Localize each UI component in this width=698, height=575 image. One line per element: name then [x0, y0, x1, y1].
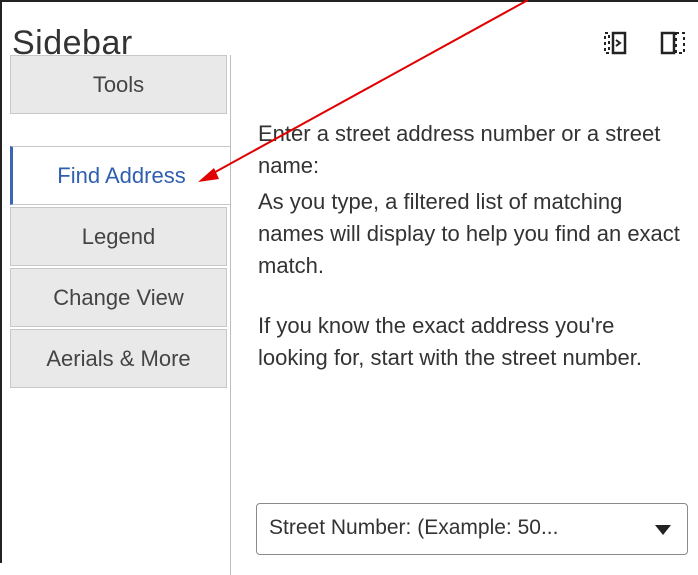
tab-find-address[interactable]: Find Address: [10, 146, 230, 205]
instruction-text: As you type, a filtered list of matching…: [258, 189, 680, 278]
tab-legend[interactable]: Legend: [10, 207, 227, 266]
dock-panel-icon[interactable]: [660, 30, 686, 56]
window-top-border: [0, 0, 698, 2]
sidebar-tab-list: Tools Find Address Legend Change View Ae…: [10, 55, 231, 575]
tab-aerials-more[interactable]: Aerials & More: [10, 329, 227, 388]
instruction-text: If you know the exact address you're loo…: [258, 313, 642, 370]
collapse-panel-icon[interactable]: [602, 30, 628, 56]
caret-down-icon: [655, 525, 671, 535]
instruction-text: Enter a street address number or a stree…: [258, 121, 661, 178]
dropdown-selected-value: Street Number: (Example: 50...: [269, 516, 559, 539]
window-left-border: [0, 0, 2, 563]
find-address-panel: Enter a street address number or a stree…: [258, 118, 688, 374]
tab-tools[interactable]: Tools: [10, 55, 227, 114]
tab-change-view[interactable]: Change View: [10, 268, 227, 327]
street-number-dropdown[interactable]: Street Number: (Example: 50...: [256, 503, 688, 555]
